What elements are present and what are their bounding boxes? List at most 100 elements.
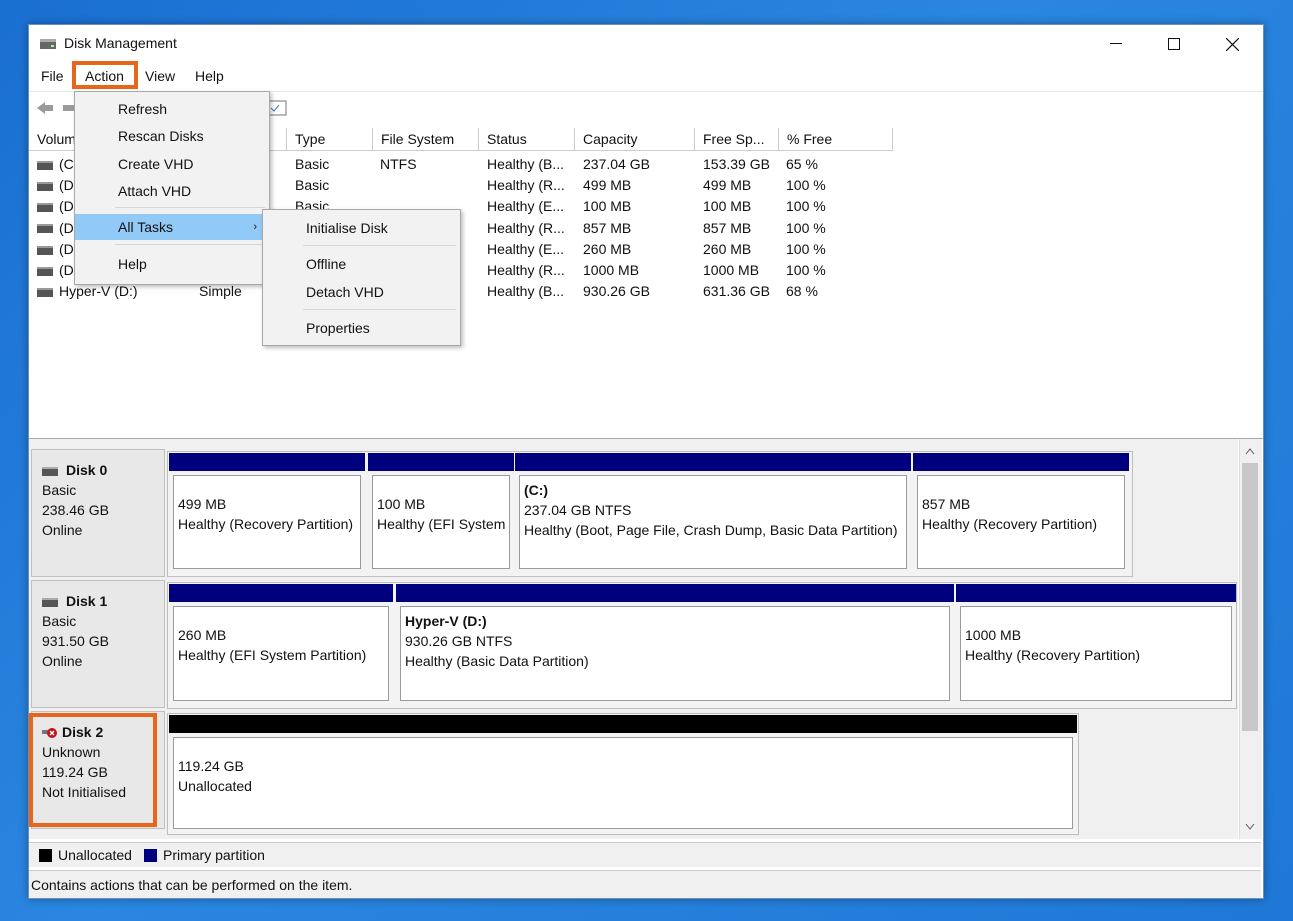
volume-cell-pct: 100 %: [786, 262, 826, 278]
partition-bar: [169, 715, 1077, 733]
partition-status: Healthy (Recovery Partition): [922, 516, 1098, 532]
menu-help[interactable]: Help: [195, 68, 224, 84]
partition-spacer: [178, 742, 1068, 756]
disk-0-label[interactable]: Disk 0 Basic 238.46 GB Online: [31, 449, 165, 577]
status-bar: Contains actions that can be performed o…: [29, 870, 1261, 898]
col-status[interactable]: Status: [479, 128, 575, 151]
partition-spacer: [922, 480, 1120, 494]
volume-drive-icon: [37, 203, 53, 213]
partition[interactable]: (C:) 237.04 GB NTFS Healthy (Boot, Page Fi…: [515, 453, 911, 573]
maximize-button[interactable]: [1145, 25, 1203, 63]
volume-cell-pct: 100 %: [786, 241, 826, 257]
volume-cell-type: Basic: [295, 156, 329, 172]
menu-item-help[interactable]: Help: [75, 251, 269, 277]
volume-drive-icon: [37, 181, 53, 191]
menu-separator: [115, 244, 265, 245]
volume-cell-free: 1000 MB: [703, 262, 759, 278]
disk-2-highlight: [29, 713, 157, 827]
disk-icon: [42, 597, 58, 607]
volume-cell-text: 1000 MB: [703, 262, 760, 278]
col-type[interactable]: Type: [287, 128, 373, 151]
volume-cell-layout: Simple: [199, 283, 242, 299]
volume-cell-text: Healthy (R...: [487, 262, 565, 278]
partition-bar: [396, 584, 954, 602]
partition-size: 499 MB: [178, 496, 227, 512]
menu-item-attach-vhd[interactable]: Attach VHD: [75, 178, 269, 204]
partition-bar: [913, 453, 1129, 471]
menu-item-detach-vhd[interactable]: Detach VHD: [263, 279, 460, 305]
col-percent-free[interactable]: % Free: [779, 128, 893, 151]
partition-spacer: [178, 480, 356, 494]
disk-1-label[interactable]: Disk 1 Basic 931.50 GB Online: [31, 580, 165, 708]
volume-cell-text: 153.39 GB: [703, 156, 770, 172]
submenu-arrow-icon: ›: [253, 221, 257, 233]
col-free-space[interactable]: Free Sp...: [695, 128, 779, 151]
volume-cell-text: Healthy (R...: [487, 177, 565, 194]
volume-cell-text: 260 MB: [703, 240, 752, 257]
scroll-down-icon[interactable]: [1245, 823, 1255, 831]
menu-item-initialise-disk[interactable]: Initialise Disk: [263, 215, 460, 241]
volume-cell-text: 631.36 GB: [703, 283, 770, 300]
legend-unallocated-label: Unallocated: [58, 847, 132, 863]
volume-cell-free: 857 MB: [703, 220, 751, 236]
partition-size: 930.26 GB NTFS: [405, 633, 513, 649]
menu-view[interactable]: View: [145, 68, 175, 84]
partition[interactable]: 857 MB Healthy (Recovery Partition): [913, 453, 1129, 573]
volume-cell-type: Basic: [295, 177, 329, 193]
menu-item-create-vhd[interactable]: Create VHD: [75, 151, 269, 177]
volume-cell-text: 100 %: [786, 262, 826, 278]
disk-state: Online: [42, 522, 83, 538]
menu-item-properties[interactable]: Properties: [263, 315, 460, 341]
volume-cell-text: 65 %: [786, 156, 818, 172]
col-filesystem[interactable]: File System: [373, 128, 479, 151]
volume-cell-text: Healthy (E...: [487, 198, 565, 215]
menu-item-all-tasks[interactable]: All Tasks ›: [75, 214, 269, 240]
partition[interactable]: 100 MB Healthy (EFI System Partition): [368, 453, 514, 573]
partition-bar: [368, 453, 514, 471]
minimize-icon: [1110, 43, 1122, 44]
partition-body: 1000 MB Healthy (Recovery Partition): [960, 606, 1232, 701]
disk-management-window: Disk Management File Action View Help Vo…: [28, 24, 1264, 899]
disk-graphical-view: Disk 0 Basic 238.46 GB Online Disk 1 Bas…: [29, 439, 1238, 839]
volume-cell-text: 100 MB: [583, 198, 632, 215]
volume-cell-text: 100 %: [786, 177, 826, 194]
menu-item-offline[interactable]: Offline: [263, 251, 460, 277]
volume-drive-icon: [37, 160, 53, 170]
menu-item-refresh[interactable]: Refresh: [75, 96, 269, 122]
partition-title: Hyper-V (D:): [405, 613, 487, 629]
volume-cell-text: 930.26 GB: [583, 283, 650, 300]
partition[interactable]: 119.24 GB Unallocated: [169, 715, 1077, 833]
window-title: Disk Management: [64, 35, 177, 51]
partition[interactable]: Hyper-V (D:) 930.26 GB NTFS Healthy (Basic…: [396, 584, 954, 705]
volume-cell-text: 100 %: [786, 198, 826, 215]
partition-spacer: [178, 611, 384, 625]
partition-body: Hyper-V (D:) 930.26 GB NTFS Healthy (Basic…: [400, 606, 950, 701]
partition-bar: [515, 453, 911, 471]
back-arrow-icon[interactable]: [35, 100, 55, 116]
action-menu-highlight: [72, 61, 138, 89]
close-button[interactable]: [1203, 25, 1261, 63]
properties-icon[interactable]: [267, 100, 287, 116]
volume-cell-text: Healthy (B...: [487, 156, 565, 172]
partition-status: Healthy (Recovery Partition): [178, 516, 354, 532]
partition[interactable]: 260 MB Healthy (EFI System Partition): [169, 584, 393, 705]
volume-cell-text: NTFS: [380, 156, 417, 172]
minimize-button[interactable]: [1087, 25, 1145, 63]
volume-cell-text: Simple: [199, 283, 242, 300]
scrollbar-thumb[interactable]: [1242, 463, 1258, 731]
volume-cell-text: 68 %: [786, 283, 818, 300]
col-capacity[interactable]: Capacity: [575, 128, 695, 151]
menu-file[interactable]: File: [41, 68, 64, 84]
partition-size: 1000 MB: [965, 627, 1022, 643]
menu-item-rescan-disks[interactable]: Rescan Disks: [75, 123, 269, 149]
partition[interactable]: 1000 MB Healthy (Recovery Partition): [956, 584, 1236, 705]
disk-view-scrollbar[interactable]: [1239, 439, 1262, 839]
partition-body: 857 MB Healthy (Recovery Partition): [917, 475, 1125, 569]
scroll-up-icon[interactable]: [1245, 447, 1255, 455]
volume-drive-icon: [37, 266, 53, 276]
partition-size: 119.24 GB: [178, 758, 244, 774]
partition-status: Healthy (EFI System Partition): [178, 647, 367, 663]
all-tasks-label: All Tasks: [118, 219, 173, 235]
volume-cell-text: 237.04 GB: [583, 156, 650, 172]
partition[interactable]: 499 MB Healthy (Recovery Partition): [169, 453, 365, 573]
